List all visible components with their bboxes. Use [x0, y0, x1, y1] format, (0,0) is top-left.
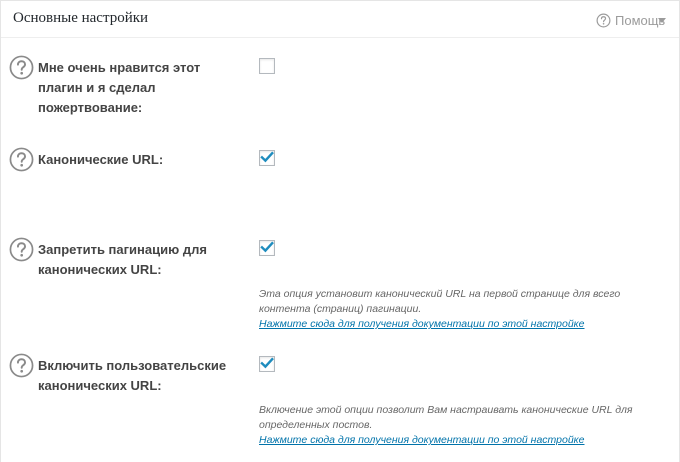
panel-header: Основные настройки Помощь	[1, 1, 679, 38]
setting-description: Включение этой опции позволит Вам настра…	[259, 403, 659, 448]
documentation-link[interactable]: Нажмите сюда для получения документации …	[259, 433, 659, 448]
setting-label: Включить пользовательские канонических U…	[38, 358, 227, 393]
description-text: Эта опция установит канонический URL на …	[259, 288, 621, 315]
question-circle-icon	[596, 13, 611, 27]
help-button[interactable]: Помощь	[596, 9, 665, 31]
question-circle-icon[interactable]	[9, 237, 34, 262]
checkmark-icon	[260, 151, 274, 163]
question-circle-icon[interactable]	[9, 55, 34, 80]
caret-down-icon[interactable]	[658, 18, 666, 23]
setting-description: Эта опция установит канонический URL на …	[259, 287, 659, 332]
settings-panel: Основные настройки Помощь Мне очень нрав…	[0, 0, 680, 462]
panel-title: Основные настройки	[13, 10, 149, 26]
custom-canonical-checkbox[interactable]	[259, 356, 275, 372]
question-circle-icon[interactable]	[9, 353, 34, 378]
question-circle-icon[interactable]	[9, 147, 34, 172]
setting-label: Мне очень нравится этот плагин и я сдела…	[38, 60, 201, 115]
canonical-urls-checkbox[interactable]	[259, 150, 275, 166]
no-pagination-checkbox[interactable]	[259, 240, 275, 256]
checkmark-icon	[260, 241, 274, 253]
documentation-link[interactable]: Нажмите сюда для получения документации …	[259, 317, 659, 332]
donated-checkbox[interactable]	[259, 58, 275, 74]
setting-label: Канонические URL:	[38, 152, 164, 167]
setting-label: Запретить пагинацию для канонических URL…	[38, 242, 207, 277]
description-text: Включение этой опции позволит Вам настра…	[259, 404, 633, 431]
checkmark-icon	[260, 357, 274, 369]
